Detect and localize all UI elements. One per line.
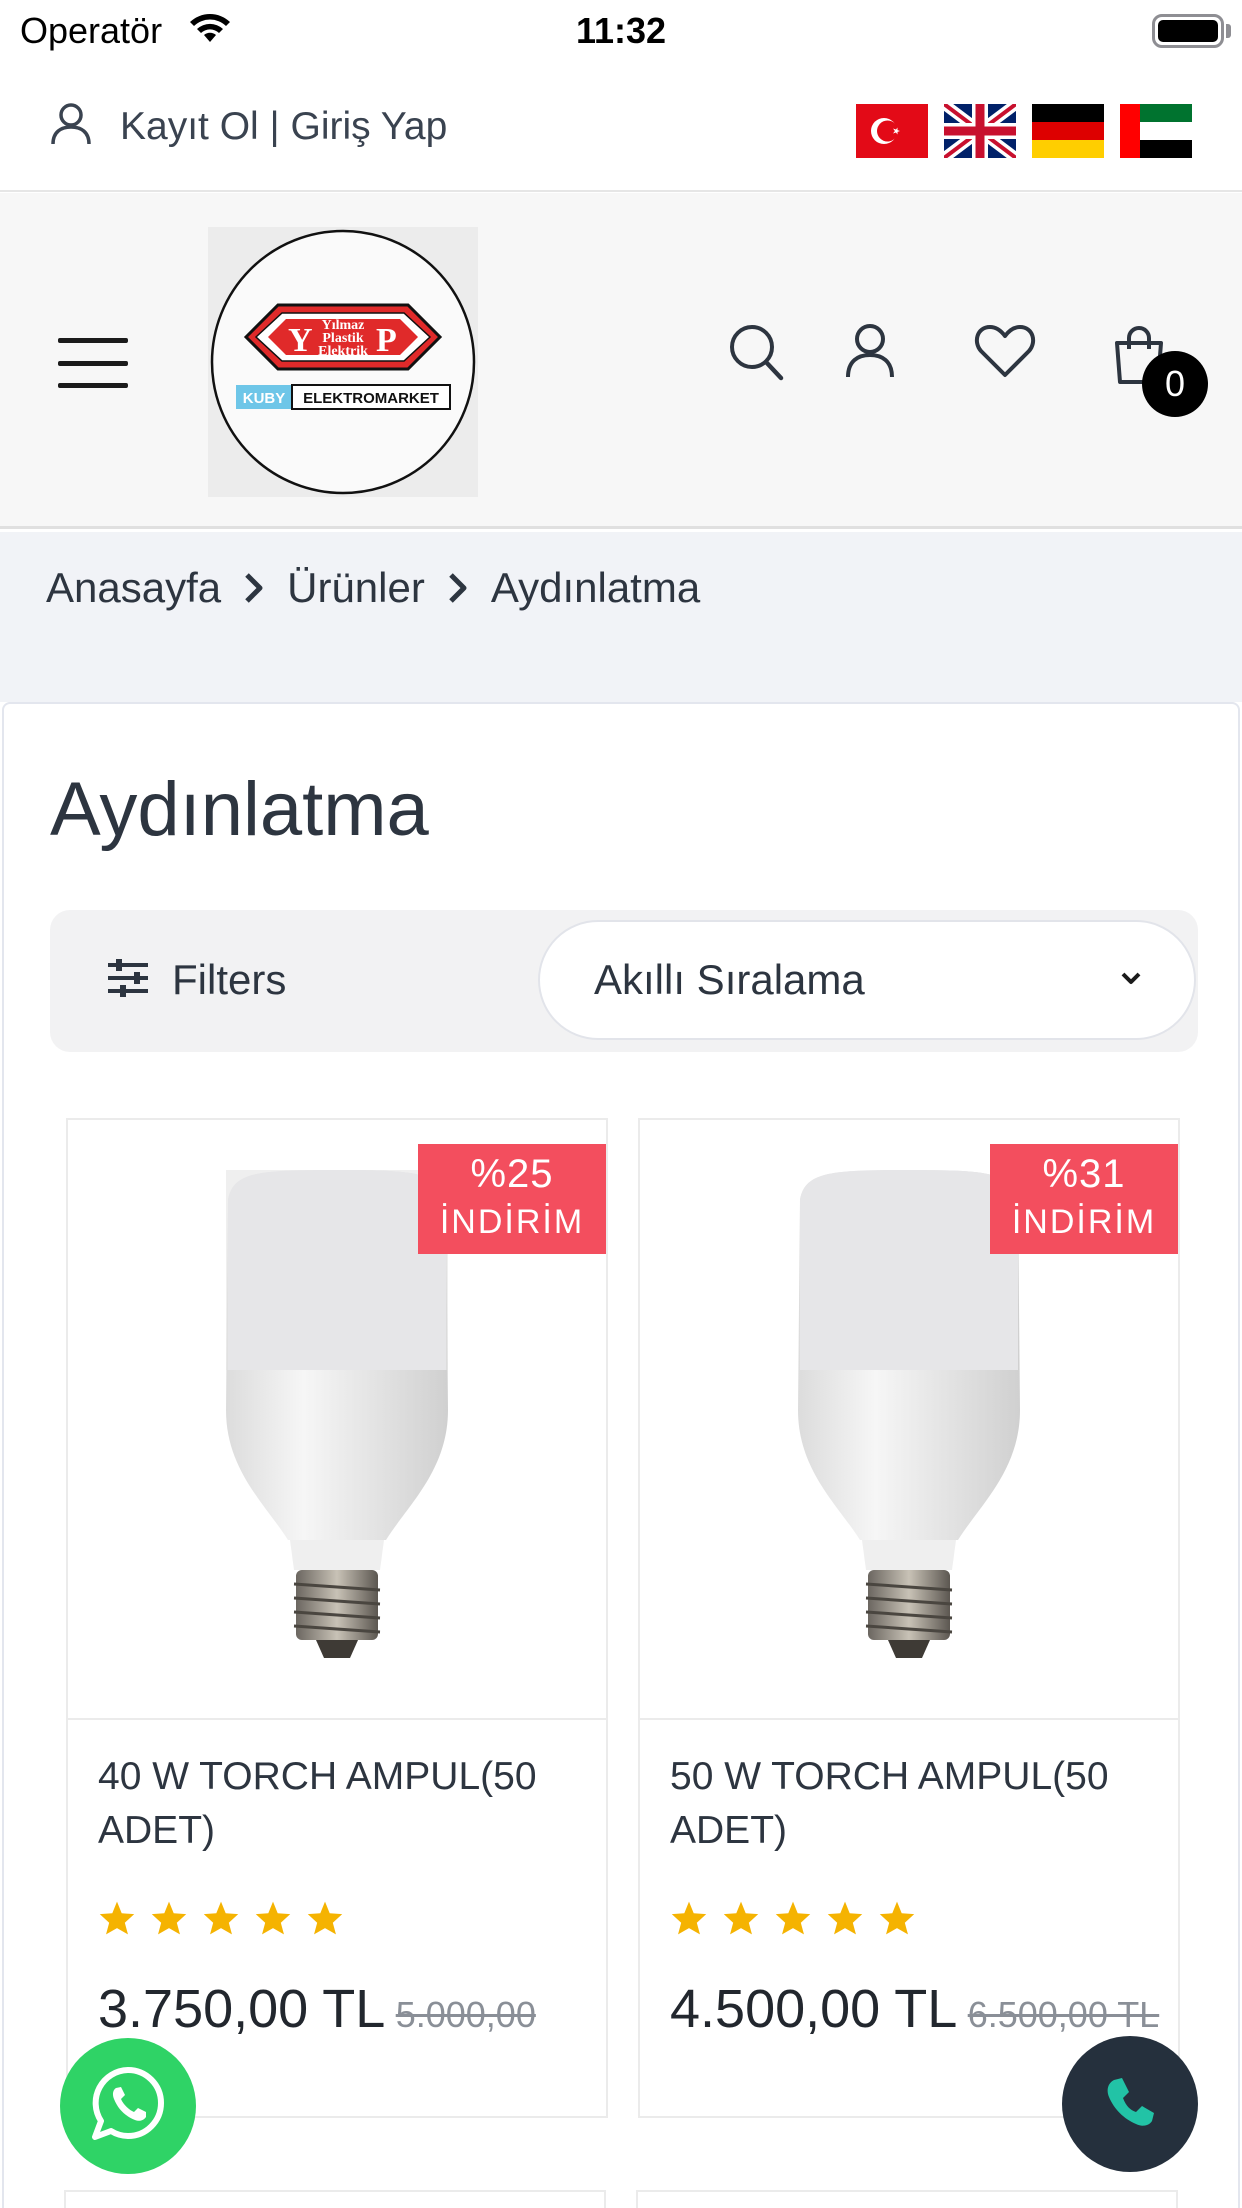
star-icon — [671, 1901, 707, 1935]
chevron-right-icon — [447, 571, 469, 605]
breadcrumb-products[interactable]: Ürünler — [287, 564, 425, 612]
turkey-flag[interactable] — [856, 104, 928, 158]
discount-percent: %25 — [470, 1152, 554, 1196]
discount-text: İNDİRİM — [439, 1203, 585, 1241]
chevron-down-icon — [1120, 970, 1142, 991]
star-icon — [203, 1901, 239, 1935]
sliders-icon — [106, 958, 150, 1003]
wishlist-heart-icon[interactable] — [974, 323, 1036, 384]
discount-badge: %25 İNDİRİM — [418, 1144, 606, 1254]
battery-icon — [1152, 14, 1224, 48]
site-header: Y P Yılmaz Plastik Elektrik KUBY ELEKTRO… — [0, 193, 1242, 529]
site-logo[interactable]: Y P Yılmaz Plastik Elektrik KUBY ELEKTRO… — [208, 227, 478, 497]
filters-button[interactable]: Filters — [106, 956, 286, 1004]
product-old-price: 6.500,00 TL — [967, 1994, 1160, 2035]
product-name[interactable]: 50 W TORCH AMPUL(50 ADET) — [670, 1750, 1150, 1858]
rating-stars — [98, 1900, 344, 1936]
product-price: 4.500,00 TL — [670, 1979, 958, 2039]
cart-count-badge[interactable]: 0 — [1142, 351, 1208, 417]
product-name[interactable]: 40 W TORCH AMPUL(50 ADET) — [98, 1750, 578, 1858]
discount-badge: %31 İNDİRİM — [990, 1144, 1178, 1254]
logo-brand-left: KUBY — [243, 390, 286, 407]
menu-icon[interactable] — [58, 338, 128, 388]
top-links-bar: Kayıt Ol | Giriş Yap — [0, 62, 1242, 192]
product-card[interactable]: %25 İNDİRİM 40 W TORCH AMPUL(50 ADET) 3.… — [66, 1118, 608, 2118]
product-card-next — [64, 2190, 606, 2208]
auth-link[interactable]: Kayıt Ol | Giriş Yap — [50, 102, 447, 151]
product-image[interactable]: %31 İNDİRİM — [640, 1120, 1178, 1720]
star-icon — [879, 1901, 915, 1935]
product-image[interactable]: %25 İNDİRİM — [68, 1120, 606, 1720]
phone-icon — [1102, 2074, 1158, 2135]
star-icon — [723, 1901, 759, 1935]
product-card[interactable]: %31 İNDİRİM 50 W TORCH AMPUL(50 ADET) 4.… — [638, 1118, 1180, 2118]
auth-text: Kayıt Ol | Giriş Yap — [120, 104, 448, 148]
star-icon — [827, 1901, 863, 1935]
price-block: 4.500,00 TL 6.500,00 TL — [670, 1978, 1160, 2054]
logo-letter-right: P — [376, 322, 397, 359]
germany-flag[interactable] — [1032, 104, 1104, 158]
account-icon[interactable] — [844, 323, 896, 384]
star-icon — [307, 1901, 343, 1935]
sort-select[interactable]: Akıllı Sıralama — [538, 920, 1196, 1040]
whatsapp-icon — [88, 2064, 168, 2149]
star-icon — [255, 1901, 291, 1935]
discount-text: İNDİRİM — [1011, 1203, 1157, 1241]
discount-percent: %31 — [1042, 1152, 1126, 1196]
clock: 11:32 — [575, 10, 667, 51]
breadcrumb-current: Aydınlatma — [490, 564, 701, 611]
filters-label: Filters — [172, 956, 287, 1003]
language-flags — [856, 104, 1192, 158]
status-bar: Operatör 11:32 — [0, 0, 1242, 62]
user-icon — [50, 102, 92, 151]
breadcrumb: Anasayfa Ürünler Aydınlatma — [0, 532, 1242, 702]
star-icon — [151, 1901, 187, 1935]
page-title: Aydınlatma — [50, 767, 429, 852]
battery-tip — [1226, 24, 1231, 38]
product-old-price: 5.000,00 — [395, 1994, 536, 2035]
price-block: 3.750,00 TL 5.000,00 — [98, 1978, 588, 2054]
chevron-right-icon — [243, 571, 265, 605]
logo-brand-right: ELEKTROMARKET — [303, 390, 439, 407]
product-card-next — [636, 2190, 1178, 2208]
category-content: Aydınlatma Filters Akıllı Sıralama %25 İ… — [2, 702, 1240, 2208]
sort-selected-value: Akıllı Sıralama — [594, 956, 865, 1003]
uae-flag[interactable] — [1120, 104, 1192, 158]
rating-stars — [670, 1900, 916, 1936]
logo-letter-left: Y — [288, 322, 313, 359]
star-icon — [99, 1901, 135, 1935]
logo-name-line3: Elektrik — [318, 344, 368, 359]
uk-flag[interactable] — [944, 104, 1016, 158]
call-button[interactable] — [1062, 2036, 1198, 2172]
filter-bar: Filters Akıllı Sıralama — [50, 910, 1198, 1052]
whatsapp-button[interactable] — [60, 2038, 196, 2174]
search-icon[interactable] — [728, 323, 784, 386]
star-icon — [775, 1901, 811, 1935]
breadcrumb-home[interactable]: Anasayfa — [46, 564, 221, 612]
product-price: 3.750,00 TL — [98, 1979, 386, 2039]
